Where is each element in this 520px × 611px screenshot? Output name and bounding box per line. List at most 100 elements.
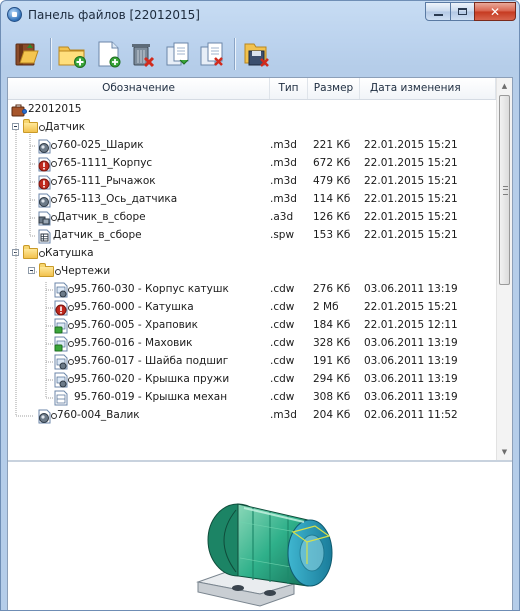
file-date: 03.06.2011 13:19 [364,355,458,367]
file-type: .m3d [270,193,297,205]
tree-lines [15,130,53,417]
file-name: 95.760-019 - Крышка механ [74,391,228,403]
file-size: 276 Кб [313,283,351,295]
file-date: 22.01.2015 15:21 [364,211,458,223]
file-date: 03.06.2011 13:19 [364,373,458,385]
file-size: 153 Кб [313,229,351,241]
scrollbar-thumb[interactable] [499,95,510,285]
file-name: 765-113_Ось_датчика [57,193,178,205]
grip-icon [503,186,508,195]
file-type: .cdw [270,391,295,403]
file-name: 765-111_Рычажок [57,175,156,187]
file-name: 95.760-000 - Катушка [74,301,194,313]
file-row[interactable]: 95.760-019 - Крышка механ .cdw 308 Кб 03… [8,389,496,407]
model-preview [8,462,512,610]
remove-documents-icon[interactable] [197,39,227,69]
file-row[interactable]: 760-004_Валик .m3d 204 Кб 02.06.2011 11:… [8,407,496,425]
file-size: 114 Кб [313,193,351,205]
file-type: .m3d [270,157,297,169]
file-size: 126 Кб [313,211,351,223]
file-row[interactable]: 765-111_Рычажок .m3d 479 Кб 22.01.2015 1… [8,173,496,191]
file-date: 03.06.2011 13:19 [364,283,458,295]
file-date: 22.01.2015 15:21 [364,139,458,151]
file-type: .cdw [270,337,295,349]
column-header: Обозначение Тип Размер Дата изменения [8,78,496,100]
column-date[interactable]: Дата изменения [360,78,496,99]
file-size: 204 Кб [313,409,351,421]
file-name: 765-1111_Корпус [57,157,153,169]
add-folder-icon[interactable] [57,39,87,69]
title-bar[interactable]: Панель файлов [22012015] ✕ [1,1,519,29]
file-list-panel: Обозначение Тип Размер Дата изменения 22… [7,77,513,610]
copy-documents-icon[interactable] [163,39,193,69]
file-tree: 22012015 Датчик 760-025_Шарик .m3d 221 К… [8,99,496,460]
file-row[interactable]: 95.760-030 - Корпус катушк .cdw 276 Кб 0… [8,281,496,299]
file-type: .cdw [270,355,295,367]
file-type: .m3d [270,175,297,187]
toolbar [7,34,513,76]
maximize-icon [458,8,467,15]
new-document-icon[interactable] [93,39,123,69]
file-name: 95.760-005 - Храповик [74,319,198,331]
file-row[interactable]: Датчик_в_сборе .a3d 126 Кб 22.01.2015 15… [8,209,496,227]
file-name: 95.760-020 - Крышка пружи [74,373,230,385]
file-type: .a3d [270,211,294,223]
maximize-button[interactable] [450,2,475,21]
file-row[interactable]: 765-113_Ось_датчика .m3d 114 Кб 22.01.20… [8,191,496,209]
close-button[interactable]: ✕ [474,2,516,21]
window-title: Панель файлов [22012015] [28,8,200,22]
file-type: .m3d [270,139,297,151]
file-date: 03.06.2011 13:19 [364,337,458,349]
vertical-scrollbar[interactable]: ▲ ▼ [496,78,512,460]
file-name: 95.760-017 - Шайба подшиг [74,355,229,367]
file-row[interactable]: 95.760-017 - Шайба подшиг .cdw 191 Кб 03… [8,353,496,371]
scroll-down-arrow-icon[interactable]: ▼ [497,444,512,460]
file-size: 221 Кб [313,139,351,151]
disk-delete-icon[interactable] [242,39,272,69]
tree-folder-row[interactable]: Датчик [8,119,496,137]
file-date: 03.06.2011 13:19 [364,391,458,403]
scroll-up-arrow-icon[interactable]: ▲ [497,78,512,94]
close-icon: ✕ [489,4,501,19]
file-row[interactable]: 765-1111_Корпус .m3d 672 Кб 22.01.2015 1… [8,155,496,173]
file-row[interactable]: 95.760-020 - Крышка пружи .cdw 294 Кб 03… [8,371,496,389]
file-size: 184 Кб [313,319,351,331]
minimize-icon [433,13,443,16]
app-icon [7,7,22,22]
file-size: 328 Кб [313,337,351,349]
tree-root-row[interactable]: 22012015 [8,101,496,119]
file-date: 22.01.2015 15:21 [364,301,458,313]
file-type: .cdw [270,283,295,295]
file-date: 02.06.2011 11:52 [364,409,458,421]
file-name: 95.760-030 - Корпус катушк [74,283,229,295]
delete-trash-icon[interactable] [127,39,157,69]
file-date: 22.01.2015 15:21 [364,157,458,169]
file-row[interactable]: 760-025_Шарик .m3d 221 Кб 22.01.2015 15:… [8,137,496,155]
file-date: 22.01.2015 15:21 [364,193,458,205]
tree-folder-row[interactable]: Катушка [8,245,496,263]
file-name: 95.760-016 - Маховик [74,337,193,349]
file-row[interactable]: 95.760-000 - Катушка .cdw 2 Мб 22.01.201… [8,299,496,317]
file-size: 191 Кб [313,355,351,367]
file-date: 22.01.2015 15:21 [364,229,458,241]
file-type: .spw [270,229,295,241]
file-name: 760-004_Валик [57,409,140,421]
file-size: 308 Кб [313,391,351,403]
open-folder-book-icon[interactable] [13,39,43,69]
file-size: 479 Кб [313,175,351,187]
file-row[interactable]: 95.760-016 - Маховик .cdw 328 Кб 03.06.2… [8,335,496,353]
file-size: 2 Мб [313,301,339,313]
column-size[interactable]: Размер [308,78,360,99]
minimize-button[interactable] [425,2,451,21]
file-date: 22.01.2015 12:11 [364,319,458,331]
column-name[interactable]: Обозначение [8,78,270,99]
file-date: 22.01.2015 15:21 [364,175,458,187]
file-name: 760-025_Шарик [57,139,144,151]
file-row[interactable]: Датчик_в_сборе .spw 153 Кб 22.01.2015 15… [8,227,496,245]
file-type: .cdw [270,319,295,331]
file-size: 294 Кб [313,373,351,385]
column-type[interactable]: Тип [270,78,308,99]
file-name: Датчик_в_сборе [57,211,146,223]
tree-folder-row[interactable]: Чертежи [8,263,496,281]
file-row[interactable]: 95.760-005 - Храповик .cdw 184 Кб 22.01.… [8,317,496,335]
